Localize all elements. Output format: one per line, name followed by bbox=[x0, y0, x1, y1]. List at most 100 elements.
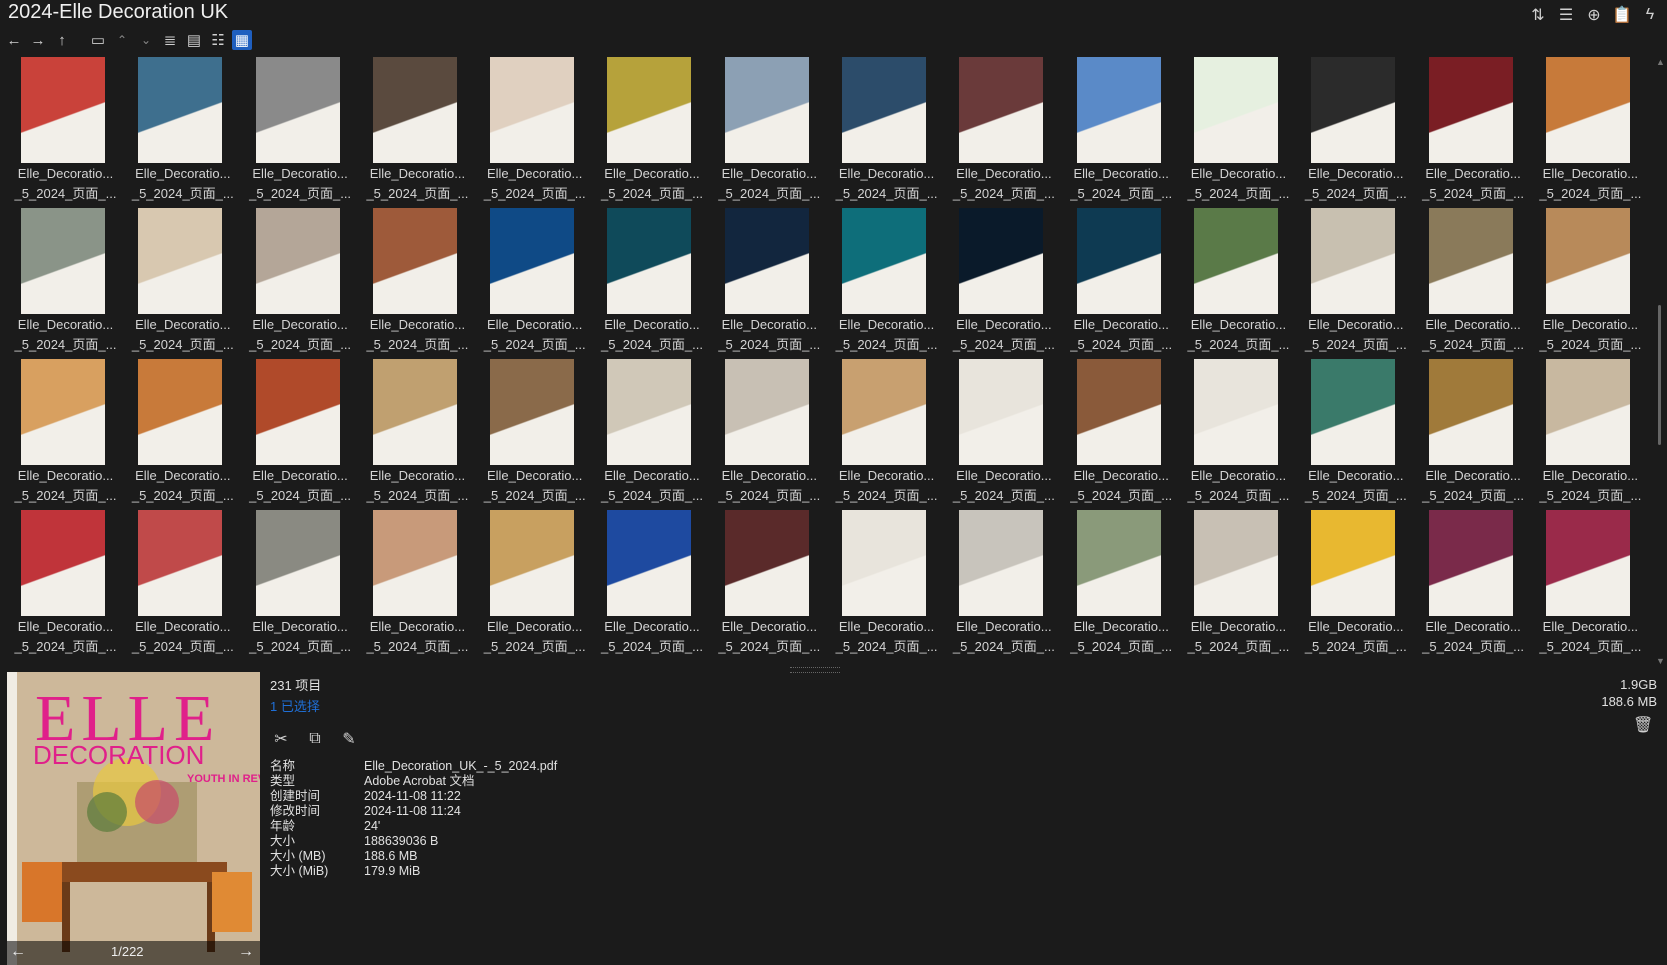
file-tile[interactable]: Elle_Decoratio... _5_2024_页面_... bbox=[1063, 55, 1180, 206]
sort-icon[interactable]: ⇅ bbox=[1527, 4, 1549, 26]
file-tile[interactable]: Elle_Decoratio... _5_2024_页面_... bbox=[1532, 55, 1649, 206]
file-name-line1: Elle_Decoratio... bbox=[1190, 468, 1287, 483]
add-icon[interactable]: ⊕ bbox=[1583, 4, 1605, 26]
file-thumbnail bbox=[1311, 510, 1396, 616]
file-tile[interactable]: Elle_Decoratio... _5_2024_页面_... bbox=[593, 508, 710, 659]
file-tile[interactable]: Elle_Decoratio... _5_2024_页面_... bbox=[1063, 206, 1180, 357]
file-tile[interactable]: Elle_Decoratio... _5_2024_页面_... bbox=[124, 508, 241, 659]
flash-icon[interactable]: ϟ bbox=[1639, 4, 1661, 26]
file-tile[interactable]: Elle_Decoratio... _5_2024_页面_... bbox=[828, 508, 945, 659]
file-tile[interactable]: Elle_Decoratio... _5_2024_页面_... bbox=[828, 357, 945, 508]
file-tile[interactable]: Elle_Decoratio... _5_2024_页面_... bbox=[1297, 357, 1414, 508]
detail-view-icon[interactable]: ▤ bbox=[184, 30, 204, 50]
file-name-line2: _5_2024_页面_... bbox=[1539, 337, 1642, 352]
selection-count[interactable]: 1 已选择 bbox=[270, 696, 557, 715]
file-tile[interactable]: Elle_Decoratio... _5_2024_页面_... bbox=[7, 508, 124, 659]
tree-view-icon[interactable]: ☷ bbox=[208, 30, 228, 50]
trash-icon[interactable]: 🗑 bbox=[1633, 715, 1653, 735]
prev-page-button[interactable]: ← bbox=[10, 943, 26, 961]
chevron-up-icon[interactable]: ⌃ bbox=[112, 30, 132, 50]
folder-icon[interactable]: ▭ bbox=[88, 30, 108, 50]
file-name-line2: _5_2024_页面_... bbox=[952, 186, 1055, 201]
file-tile[interactable]: Elle_Decoratio... _5_2024_页面_... bbox=[359, 206, 476, 357]
clipboard-icon[interactable]: 📋 bbox=[1611, 4, 1633, 26]
property-key: 修改时间 bbox=[270, 804, 321, 818]
file-tile[interactable]: Elle_Decoratio... _5_2024_页面_... bbox=[476, 55, 593, 206]
file-tile[interactable]: Elle_Decoratio... _5_2024_页面_... bbox=[945, 55, 1062, 206]
file-tile[interactable]: Elle_Decoratio... _5_2024_页面_... bbox=[124, 357, 241, 508]
file-tile[interactable]: Elle_Decoratio... _5_2024_页面_... bbox=[711, 357, 828, 508]
file-tile[interactable]: Elle_Decoratio... _5_2024_页面_... bbox=[124, 206, 241, 357]
file-name-line2: _5_2024_页面_... bbox=[249, 186, 352, 201]
file-tile[interactable]: Elle_Decoratio... _5_2024_页面_... bbox=[242, 508, 359, 659]
file-tile[interactable]: Elle_Decoratio... _5_2024_页面_... bbox=[593, 357, 710, 508]
file-tile[interactable]: Elle_Decoratio... _5_2024_页面_... bbox=[593, 206, 710, 357]
file-thumbnail bbox=[138, 57, 223, 163]
back-button[interactable]: ← bbox=[4, 30, 24, 50]
file-tile[interactable]: Elle_Decoratio... _5_2024_页面_... bbox=[1180, 357, 1297, 508]
copy-icon[interactable]: ⧉ bbox=[304, 729, 326, 749]
forward-button[interactable]: → bbox=[28, 30, 48, 50]
file-tile[interactable]: Elle_Decoratio... _5_2024_页面_... bbox=[945, 357, 1062, 508]
file-thumbnail bbox=[21, 57, 105, 163]
file-tile[interactable]: Elle_Decoratio... _5_2024_页面_... bbox=[476, 357, 593, 508]
list-view-icon[interactable]: ≣ bbox=[160, 30, 180, 50]
scroll-down-icon[interactable]: ▼ bbox=[1656, 656, 1665, 666]
file-name-line1: Elle_Decoratio... bbox=[838, 468, 935, 483]
file-tile[interactable]: Elle_Decoratio... _5_2024_页面_... bbox=[1180, 206, 1297, 357]
next-page-button[interactable]: → bbox=[238, 943, 254, 961]
details-icon[interactable]: ☰ bbox=[1555, 4, 1577, 26]
vertical-scrollbar[interactable]: ▲ ▼ bbox=[1655, 55, 1665, 668]
file-tile[interactable]: Elle_Decoratio... _5_2024_页面_... bbox=[1180, 55, 1297, 206]
file-tile[interactable]: Elle_Decoratio... _5_2024_页面_... bbox=[476, 206, 593, 357]
file-tile[interactable]: Elle_Decoratio... _5_2024_页面_... bbox=[1063, 357, 1180, 508]
file-tile[interactable]: Elle_Decoratio... _5_2024_页面_... bbox=[7, 357, 124, 508]
file-name-line1: Elle_Decoratio... bbox=[1542, 317, 1639, 332]
splitter-grip-icon[interactable] bbox=[790, 667, 840, 673]
file-tile[interactable]: Elle_Decoratio... _5_2024_页面_... bbox=[828, 55, 945, 206]
file-tile[interactable]: Elle_Decoratio... _5_2024_页面_... bbox=[1063, 508, 1180, 659]
file-name-line1: Elle_Decoratio... bbox=[1190, 166, 1287, 181]
up-button[interactable]: ↑ bbox=[52, 30, 72, 50]
file-tile[interactable]: Elle_Decoratio... _5_2024_页面_... bbox=[242, 55, 359, 206]
file-tile[interactable]: Elle_Decoratio... _5_2024_页面_... bbox=[1532, 357, 1649, 508]
scrollbar-thumb[interactable] bbox=[1658, 305, 1661, 445]
file-tile[interactable]: Elle_Decoratio... _5_2024_页面_... bbox=[711, 55, 828, 206]
file-tile[interactable]: Elle_Decoratio... _5_2024_页面_... bbox=[7, 206, 124, 357]
scroll-up-icon[interactable]: ▲ bbox=[1656, 57, 1665, 67]
file-thumbnail bbox=[1076, 208, 1161, 314]
file-tile[interactable]: Elle_Decoratio... _5_2024_页面_... bbox=[828, 206, 945, 357]
file-thumbnail bbox=[1193, 510, 1278, 616]
file-tile[interactable]: Elle_Decoratio... _5_2024_页面_... bbox=[1297, 508, 1414, 659]
file-tile[interactable]: Elle_Decoratio... _5_2024_页面_... bbox=[1415, 508, 1532, 659]
file-name-line1: Elle_Decoratio... bbox=[135, 317, 231, 332]
file-tile[interactable]: Elle_Decoratio... _5_2024_页面_... bbox=[711, 508, 828, 659]
file-tile[interactable]: Elle_Decoratio... _5_2024_页面_... bbox=[1415, 357, 1532, 508]
file-tile[interactable]: Elle_Decoratio... _5_2024_页面_... bbox=[359, 55, 476, 206]
file-tile[interactable]: Elle_Decoratio... _5_2024_页面_... bbox=[7, 55, 124, 206]
file-tile[interactable]: Elle_Decoratio... _5_2024_页面_... bbox=[359, 508, 476, 659]
file-tile[interactable]: Elle_Decoratio... _5_2024_页面_... bbox=[593, 55, 710, 206]
file-tile[interactable]: Elle_Decoratio... _5_2024_页面_... bbox=[1415, 55, 1532, 206]
file-tile[interactable]: Elle_Decoratio... _5_2024_页面_... bbox=[1180, 508, 1297, 659]
file-tile[interactable]: Elle_Decoratio... _5_2024_页面_... bbox=[1532, 508, 1649, 659]
cut-icon[interactable]: ✂ bbox=[270, 729, 292, 749]
file-tile[interactable]: Elle_Decoratio... _5_2024_页面_... bbox=[124, 55, 241, 206]
file-tile[interactable]: Elle_Decoratio... _5_2024_页面_... bbox=[1415, 206, 1532, 357]
file-tile[interactable]: Elle_Decoratio... _5_2024_页面_... bbox=[945, 206, 1062, 357]
file-tile[interactable]: Elle_Decoratio... _5_2024_页面_... bbox=[476, 508, 593, 659]
preview-headline: YOUTH IN REVOLT bbox=[187, 773, 260, 785]
thumbnail-view-icon[interactable]: ▦ bbox=[232, 30, 252, 50]
file-thumbnail bbox=[1193, 208, 1278, 314]
file-tile[interactable]: Elle_Decoratio... _5_2024_页面_... bbox=[1297, 206, 1414, 357]
file-thumbnail bbox=[1193, 359, 1278, 465]
file-tile[interactable]: Elle_Decoratio... _5_2024_页面_... bbox=[1532, 206, 1649, 357]
file-tile[interactable]: Elle_Decoratio... _5_2024_页面_... bbox=[359, 357, 476, 508]
file-tile[interactable]: Elle_Decoratio... _5_2024_页面_... bbox=[711, 206, 828, 357]
file-tile[interactable]: Elle_Decoratio... _5_2024_页面_... bbox=[1297, 55, 1414, 206]
file-tile[interactable]: Elle_Decoratio... _5_2024_页面_... bbox=[945, 508, 1062, 659]
file-tile[interactable]: Elle_Decoratio... _5_2024_页面_... bbox=[242, 206, 359, 357]
chevron-down-icon[interactable]: ⌄ bbox=[136, 30, 156, 50]
rename-icon[interactable]: ✎ bbox=[338, 729, 360, 749]
file-tile[interactable]: Elle_Decoratio... _5_2024_页面_... bbox=[242, 357, 359, 508]
